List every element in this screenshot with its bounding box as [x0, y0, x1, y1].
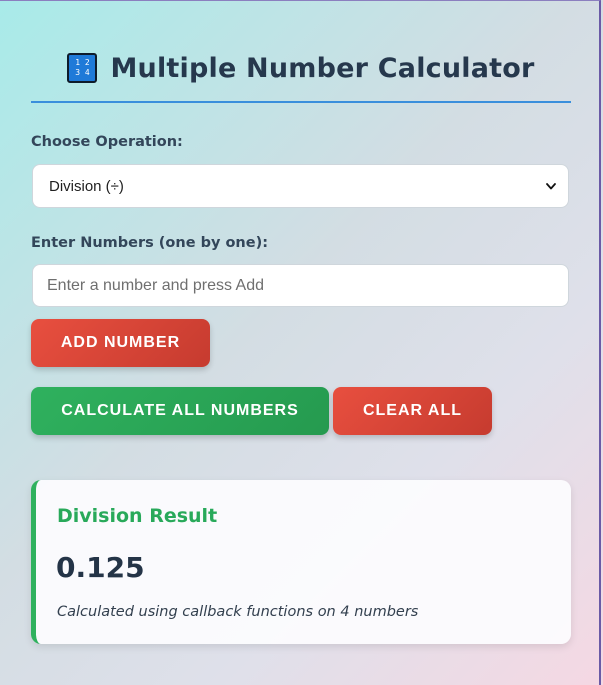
- result-value: 0.125: [56, 551, 145, 584]
- app-header: 1 2 3 4 Multiple Number Calculator: [31, 48, 571, 88]
- operation-select[interactable]: Division (÷): [32, 164, 569, 208]
- chevron-down-icon: [546, 181, 556, 191]
- number-input[interactable]: [32, 264, 569, 307]
- icon-digits-top: 1 2: [75, 58, 90, 67]
- result-card: Division Result 0.125 Calculated using c…: [31, 480, 571, 644]
- calculate-all-button[interactable]: CALCULATE ALL NUMBERS: [31, 387, 329, 435]
- operation-selected-value: Division (÷): [49, 177, 124, 195]
- clear-all-button[interactable]: CLEAR ALL: [333, 387, 492, 435]
- operation-label: Choose Operation:: [31, 134, 183, 150]
- input-numbers-icon: 1 2 3 4: [67, 53, 98, 83]
- icon-digits-bottom: 3 4: [75, 68, 90, 77]
- add-number-button[interactable]: ADD NUMBER: [31, 319, 210, 367]
- result-note: Calculated using callback functions on 4…: [57, 604, 419, 620]
- header-divider: [31, 101, 571, 103]
- result-title: Division Result: [57, 505, 218, 527]
- page-title: Multiple Number Calculator: [110, 52, 535, 84]
- numbers-label: Enter Numbers (one by one):: [31, 235, 269, 251]
